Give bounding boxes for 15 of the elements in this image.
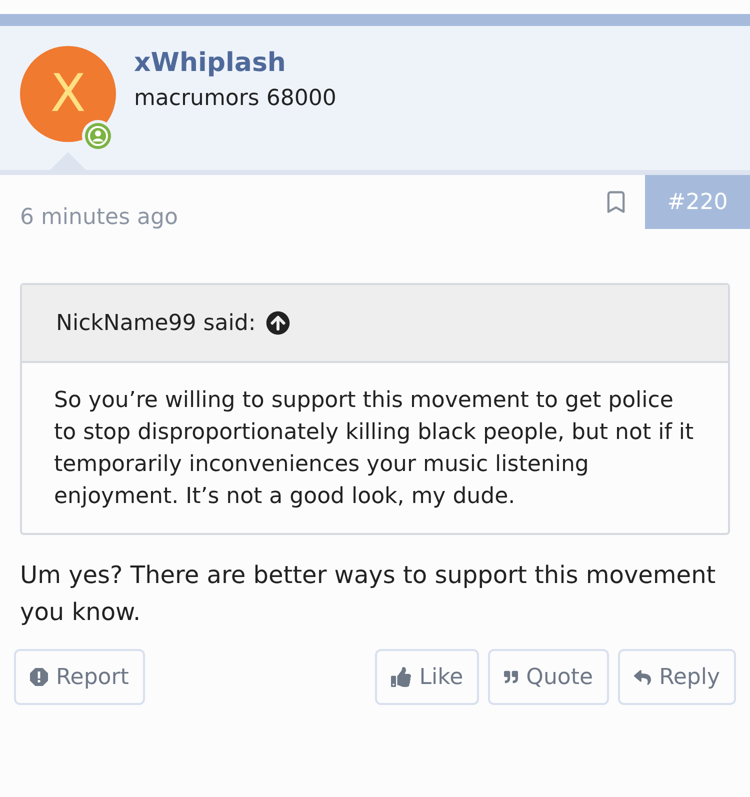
thumbs-up-icon xyxy=(391,667,412,687)
report-button[interactable]: Report xyxy=(14,649,145,705)
up-arrow-icon[interactable] xyxy=(266,311,290,335)
post-message: Um yes? There are better ways to support this movement you know. xyxy=(20,560,717,628)
user-rank: macrumors 68000 xyxy=(134,86,336,111)
reply-button[interactable]: Reply xyxy=(618,649,736,705)
quote-icon xyxy=(504,670,518,684)
username[interactable]: xWhiplash xyxy=(134,48,336,78)
post-time[interactable]: 6 minutes ago xyxy=(20,205,603,230)
quote-text: So you’re willing to support this movement to get police to stop disproportionately killing black people, but not if it temporarily inconveniences your music listening enjoyment. It’s not a good look, my dude. xyxy=(53,387,695,511)
quote-attribution[interactable]: NickName99 said: xyxy=(56,310,256,336)
like-button[interactable]: Like xyxy=(375,649,480,705)
reply-icon xyxy=(634,668,652,686)
quote-button[interactable]: Quote xyxy=(488,649,610,705)
warning-icon xyxy=(30,668,48,686)
